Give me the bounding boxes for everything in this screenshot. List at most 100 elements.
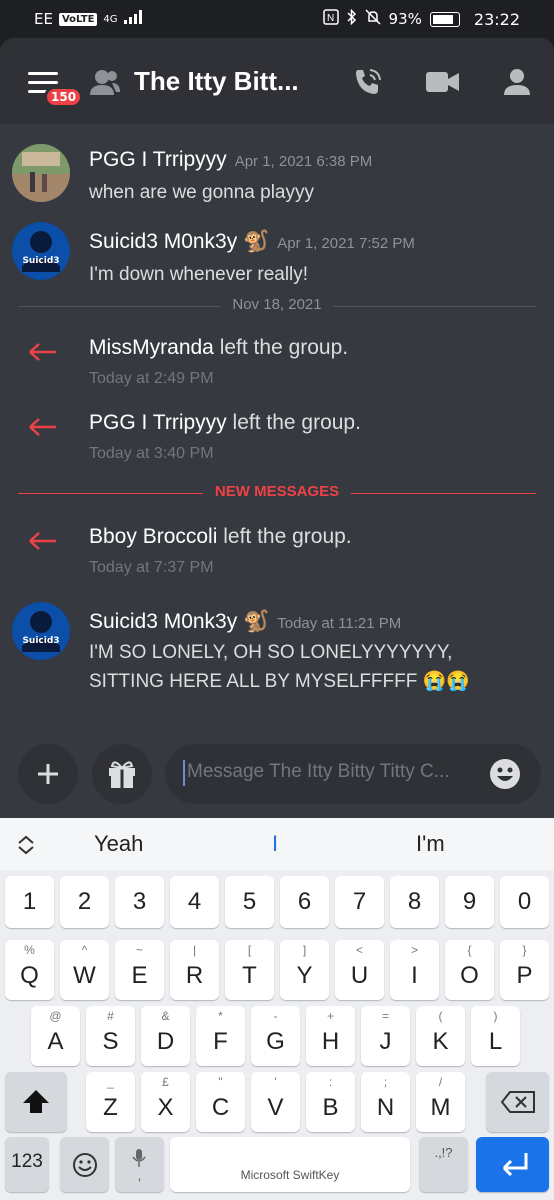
numbers-key[interactable]: 123	[5, 1137, 49, 1192]
system-user[interactable]: MissMyranda	[89, 336, 214, 359]
system-user[interactable]: PGG I Trripyyy	[89, 411, 227, 434]
number-key[interactable]: 3	[115, 876, 164, 928]
voice-key[interactable]: ,	[115, 1137, 164, 1192]
letter-key[interactable]: # S	[86, 1006, 135, 1066]
number-key[interactable]: 9	[445, 876, 494, 928]
author-emoji: 🐒	[243, 230, 270, 253]
key-secondary-label: "	[218, 1075, 223, 1089]
emoji-picker-icon[interactable]	[489, 758, 521, 790]
key-label: V	[267, 1094, 284, 1121]
key-label: P	[516, 962, 533, 989]
system-action: left the group.	[213, 336, 349, 359]
key-label: L	[488, 1028, 503, 1055]
letter-key[interactable]: % Q	[5, 940, 54, 1000]
letter-key[interactable]: } P	[500, 940, 549, 1000]
letter-key[interactable]: [T	[225, 940, 274, 1000]
number-key[interactable]: 4	[170, 876, 219, 928]
number-key[interactable]: 2	[60, 876, 109, 928]
message-input[interactable]: Message The Itty Bitty Titty C...	[165, 744, 541, 804]
group-members-icon	[90, 70, 120, 95]
author-name[interactable]: Suicid3 M0nk3y	[89, 610, 237, 633]
voice-call-icon[interactable]	[352, 66, 384, 98]
key-label: 3	[132, 888, 147, 915]
letter-key[interactable]: & D	[141, 1006, 190, 1066]
letter-key[interactable]: | R	[170, 940, 219, 1000]
key-secondary-label: £	[162, 1075, 169, 1089]
message-timestamp: Today at 11:21 PM	[277, 615, 402, 632]
key-label: A	[47, 1028, 64, 1055]
letter-key[interactable]: ] Y	[280, 940, 329, 1000]
message-composer: Message The Itty Bitty Titty C...	[0, 744, 554, 818]
number-key[interactable]: 0	[500, 876, 549, 928]
microphone-icon	[132, 1149, 146, 1167]
emoji-key[interactable]	[60, 1137, 109, 1192]
letter-key[interactable]: £ X	[141, 1072, 190, 1132]
add-attachment-button[interactable]	[18, 744, 78, 804]
left-arrow-icon	[29, 418, 56, 436]
space-key[interactable]: Microsoft SwiftKey	[170, 1137, 410, 1192]
letter-key[interactable]: + H	[306, 1006, 355, 1066]
avatar[interactable]	[12, 144, 70, 202]
letter-key[interactable]: {O	[445, 940, 494, 1000]
letter-key[interactable]: _ Z	[86, 1072, 135, 1132]
letter-key[interactable]: " C	[196, 1072, 245, 1132]
key-label: X	[157, 1094, 174, 1121]
letter-key[interactable]: -G	[251, 1006, 300, 1066]
key-secondary-label: @	[49, 1009, 62, 1023]
suggestion-word[interactable]: Yeah	[94, 831, 143, 857]
author-name[interactable]: PGG I Trripyyy	[89, 148, 227, 171]
number-key[interactable]: 7	[335, 876, 384, 928]
message-input-placeholder: Message The Itty Bitty Titty C...	[187, 761, 450, 782]
key-label: Z	[103, 1094, 118, 1121]
number-key[interactable]: 1	[5, 876, 54, 928]
gift-button[interactable]	[92, 744, 152, 804]
key-label: H	[321, 1028, 340, 1055]
key-secondary-label: (	[438, 1009, 443, 1023]
channel-title[interactable]: The Itty Bitt...	[134, 66, 299, 97]
letter-key[interactable]: = J	[361, 1006, 410, 1066]
letter-key[interactable]: ' V	[251, 1072, 300, 1132]
suggestion-word[interactable]: I'm	[416, 831, 445, 857]
letter-key[interactable]: * F	[196, 1006, 245, 1066]
video-call-icon[interactable]	[426, 70, 460, 94]
member-list-icon[interactable]	[498, 66, 534, 96]
unread-badge: 150	[44, 86, 84, 108]
suggestion-word[interactable]: I	[272, 831, 278, 857]
key-label: B	[322, 1094, 339, 1121]
letter-key[interactable]: < U	[335, 940, 384, 1000]
bluetooth-icon	[347, 8, 357, 29]
number-key[interactable]: 5	[225, 876, 274, 928]
letter-key[interactable]: (K	[416, 1006, 465, 1066]
letter-key[interactable]: ; N	[361, 1072, 410, 1132]
letter-key[interactable]: ~ E	[115, 940, 164, 1000]
key-label: O	[460, 962, 479, 989]
number-key[interactable]: 6	[280, 876, 329, 928]
punctuation-key[interactable]: .,!?	[419, 1137, 468, 1192]
avatar[interactable]: Suicid3	[12, 602, 70, 660]
letter-key[interactable]: ^ W	[60, 940, 109, 1000]
key-secondary-label: :	[328, 1075, 333, 1089]
letter-key[interactable]: > I	[390, 940, 439, 1000]
letter-key[interactable]: / M	[416, 1072, 465, 1132]
key-secondary-label: +	[326, 1009, 334, 1023]
letter-key[interactable]: ) L	[471, 1006, 520, 1066]
expand-toolbar-icon[interactable]	[16, 834, 36, 856]
date-divider: Nov 18, 2021	[18, 296, 536, 316]
key-secondary-label: _	[107, 1075, 114, 1089]
message-text: I'M SO LONELY, OH SO LONELYYYYYYY, SITTI…	[89, 638, 470, 696]
channel-header: 150 The Itty Bitt...	[0, 38, 554, 124]
key-secondary-label: =	[381, 1009, 389, 1023]
system-user[interactable]: Bboy Broccoli	[89, 525, 217, 548]
letter-key[interactable]: @ A	[31, 1006, 80, 1066]
backspace-key[interactable]	[486, 1072, 549, 1132]
key-label: Q	[20, 962, 39, 989]
key-label: 2	[77, 888, 92, 915]
enter-key[interactable]	[476, 1137, 549, 1192]
avatar[interactable]: Suicid3	[12, 222, 70, 280]
number-key[interactable]: 8	[390, 876, 439, 928]
key-label: J	[379, 1028, 392, 1055]
author-name[interactable]: Suicid3 M0nk3y	[89, 230, 237, 253]
letter-key[interactable]: :B	[306, 1072, 355, 1132]
message-timestamp: Apr 1, 2021 6:38 PM	[234, 153, 373, 170]
shift-key[interactable]	[5, 1072, 67, 1132]
